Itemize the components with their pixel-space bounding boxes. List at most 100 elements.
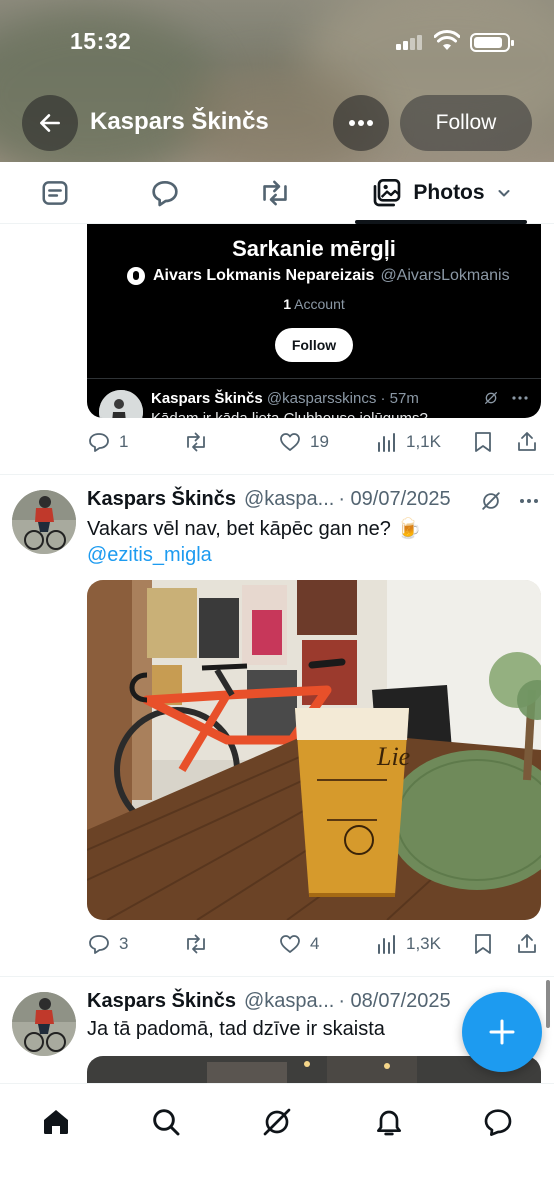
repost-icon	[187, 934, 205, 954]
views-button[interactable]: 1,1K	[376, 431, 441, 453]
nav-search[interactable]	[146, 1102, 186, 1142]
list-count-number: 1	[283, 296, 292, 312]
nested-post-author: Kaspars Škinčs @kasparsskincs · 57m	[151, 390, 419, 407]
nested-post[interactable]: Kaspars Škinčs @kasparsskincs · 57m Kāda…	[99, 388, 539, 418]
post-author-handle: @kaspa...	[243, 488, 335, 510]
post-author: Kaspars Škinčs @kaspa... · 09/07/2025	[87, 488, 451, 511]
list-owner-handle: @AivarsLokmanis	[380, 267, 510, 284]
profile-tabs: Photos	[0, 162, 554, 224]
photos-icon	[374, 179, 401, 207]
messages-icon	[484, 1109, 512, 1136]
nested-post-icons	[483, 390, 529, 406]
post-author-name[interactable]: Kaspars Škinčs	[87, 488, 236, 511]
post-author: Kaspars Škinčs @kaspa... · 08/07/2025	[87, 990, 451, 1013]
post-date[interactable]: · 08/07/2025	[338, 990, 450, 1013]
reply-icon	[89, 433, 109, 452]
nested-post-text: Kādam ir kāda lieta Clubhouse ielūgums?	[151, 410, 428, 418]
status-bar: 15:32	[0, 0, 554, 80]
reply-button[interactable]: 1	[87, 430, 128, 454]
views-button[interactable]: 1,3K	[376, 933, 441, 955]
share-button[interactable]	[516, 430, 538, 454]
compose-button[interactable]	[462, 992, 542, 1072]
post-menu	[480, 490, 540, 512]
reply-count: 3	[119, 934, 129, 953]
list-follow-button[interactable]: Follow	[275, 328, 353, 362]
avatar[interactable]	[12, 992, 76, 1056]
follow-button[interactable]: Follow	[400, 95, 532, 151]
like-button[interactable]: 19	[278, 430, 329, 454]
tab-photos[interactable]: Photos	[355, 162, 527, 224]
post-photo[interactable]: Lie	[87, 580, 541, 920]
post-author-handle: @kaspa...	[243, 990, 335, 1012]
avatar	[99, 390, 143, 418]
post-date[interactable]: · 09/07/2025	[338, 488, 450, 511]
scrollbar[interactable]	[546, 980, 550, 1028]
more-icon	[349, 120, 373, 126]
bookmark-icon	[475, 934, 491, 954]
more-icon[interactable]	[518, 490, 540, 512]
reply-count: 1	[119, 432, 129, 451]
list-title: Sarkanie mērgļi	[232, 236, 396, 261]
nested-post-name: Kaspars Škinčs	[151, 390, 263, 407]
list-card[interactable]: Sarkanie mērgļi Aivars Lokmanis Nepareiz…	[87, 224, 541, 418]
views-count: 1,1K	[406, 432, 441, 451]
owner-avatar	[127, 267, 145, 285]
avatar[interactable]	[12, 490, 76, 554]
post-actions: 1 19 1,1K	[87, 424, 541, 460]
grok-icon	[485, 392, 497, 404]
post-author-name[interactable]: Kaspars Škinčs	[87, 990, 236, 1013]
tab-reposts[interactable]	[230, 162, 320, 224]
home-icon	[44, 1110, 68, 1134]
list-owner-name: Aivars Lokmanis Nepareizais	[153, 267, 375, 284]
grok-icon	[263, 1108, 291, 1136]
like-button[interactable]: 4	[278, 932, 319, 956]
wifi-icon	[434, 30, 460, 50]
tab-replies[interactable]	[120, 162, 210, 224]
plus-icon	[489, 1019, 515, 1045]
reply-button[interactable]: 3	[87, 932, 128, 956]
tab-photos-label: Photos	[413, 181, 485, 204]
tab-posts[interactable]	[10, 162, 100, 224]
post-actions: 3 4 1,3K	[87, 926, 541, 962]
more-icon[interactable]	[511, 390, 529, 406]
nav-home[interactable]	[36, 1102, 76, 1142]
like-count: 19	[310, 432, 329, 451]
repost-icon	[187, 432, 205, 452]
more-button[interactable]	[333, 95, 389, 151]
status-time: 15:32	[70, 28, 132, 54]
bookmark-button[interactable]	[472, 430, 494, 454]
like-icon	[280, 935, 300, 953]
reposts-icon	[263, 180, 287, 206]
like-icon	[280, 433, 300, 451]
list-count-label: Account	[294, 296, 345, 312]
bottom-nav	[0, 1083, 554, 1200]
repost-button[interactable]	[183, 430, 209, 454]
repost-button[interactable]	[183, 932, 209, 956]
chevron-down-icon	[498, 190, 510, 197]
back-button[interactable]	[22, 95, 78, 151]
share-icon	[518, 432, 536, 451]
nav-grok[interactable]	[257, 1102, 297, 1142]
divider	[0, 474, 554, 475]
post-text: Ja tā padomā, tad dzīve ir skaista	[87, 1018, 385, 1040]
bookmark-icon	[475, 432, 491, 452]
replies-icon	[152, 181, 178, 207]
post-text: Vakars vēl nav, bet kāpēc gan ne? 🍺	[87, 518, 422, 540]
search-icon	[153, 1109, 180, 1136]
reply-icon	[89, 935, 109, 954]
views-count: 1,3K	[406, 934, 441, 953]
share-button[interactable]	[516, 932, 538, 956]
post-mention-link[interactable]: @ezitis_migla	[87, 544, 212, 567]
bookmark-button[interactable]	[472, 932, 494, 956]
views-icon	[378, 433, 395, 452]
nav-notifications[interactable]	[369, 1102, 409, 1142]
like-count: 4	[310, 934, 320, 953]
views-icon	[378, 935, 395, 954]
list-member-count: 1 Account	[87, 296, 541, 312]
posts-icon	[42, 181, 68, 205]
grok-icon[interactable]	[480, 490, 502, 512]
nav-messages[interactable]	[478, 1102, 518, 1142]
bell-icon	[377, 1110, 401, 1136]
divider	[0, 976, 554, 977]
battery-icon	[470, 33, 514, 52]
